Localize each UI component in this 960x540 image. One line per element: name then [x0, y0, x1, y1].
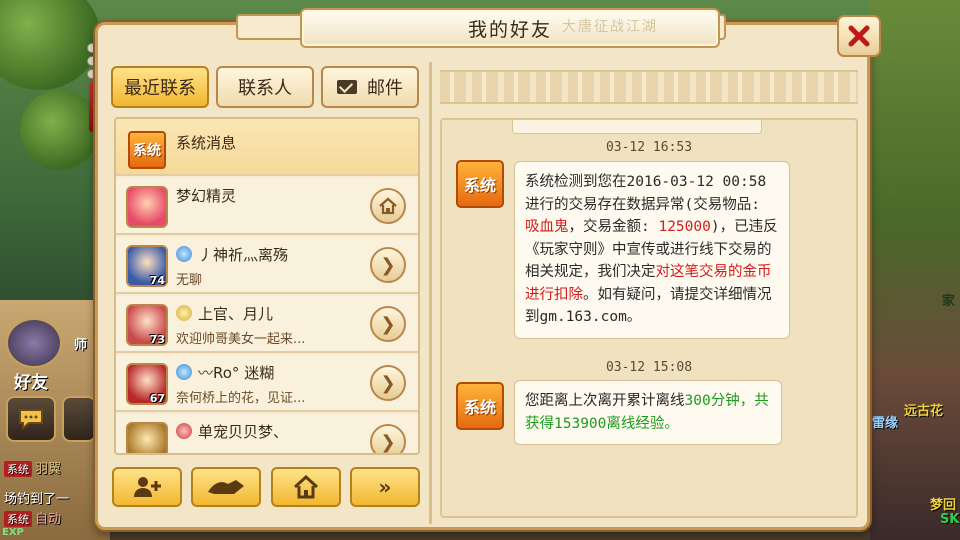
contact-name: 系统消息: [176, 134, 237, 152]
add-friend-button[interactable]: [112, 467, 182, 507]
avatar: [126, 186, 168, 228]
scene-label: 家: [942, 294, 956, 309]
chat-line: 场钓到了一: [4, 492, 70, 507]
chevron-right-icon: ❯: [380, 254, 396, 276]
contact-row[interactable]: 73 上官、月儿 欢迎帅哥美女一起来... ❯: [116, 296, 418, 353]
visit-home-button[interactable]: [370, 188, 406, 224]
hud-master-label[interactable]: 师: [74, 334, 87, 353]
close-icon: [848, 25, 870, 47]
open-chat-button[interactable]: ❯: [370, 247, 406, 283]
contact-signature: 无聊: [176, 273, 203, 288]
home-button[interactable]: [271, 467, 341, 507]
tab-label: 邮件: [367, 78, 403, 99]
sect-icon: [176, 246, 192, 262]
chat-line: 系统 羽翼: [4, 458, 61, 477]
contact-row[interactable]: 单宠贝贝梦、 ❯: [116, 414, 418, 453]
chat-line: 系统 自动: [4, 508, 61, 527]
message-bubble: 您距离上次离开累计离线300分钟，共获得153900离线经验。: [514, 380, 782, 445]
open-chat-button[interactable]: ❯: [370, 365, 406, 401]
tab-label: 联系人: [238, 78, 292, 99]
contact-name: 上官、月儿: [176, 303, 273, 324]
avatar: [126, 422, 168, 453]
tab-label: 最近联系: [124, 78, 196, 99]
avatar: 74: [126, 245, 168, 287]
add-friend-icon: [134, 477, 161, 497]
sect-icon: [176, 305, 192, 321]
hud-friend-label[interactable]: 好友: [14, 368, 48, 393]
title-calligraphy: 大唐征战江湖: [562, 19, 658, 35]
system-sender-icon: 系统: [456, 382, 504, 430]
contact-row[interactable]: 67 〰Ro° 迷糊 奈何桥上的花，见证... ❯: [116, 355, 418, 412]
scene-label: 远古花: [904, 404, 944, 419]
scenery-right: [870, 0, 960, 540]
home-icon: [379, 197, 397, 215]
close-button[interactable]: [837, 15, 881, 57]
mail-icon: [337, 80, 357, 94]
message-pane[interactable]: 03-12 16:53 系统 系统检测到您在2016-03-12 00:58进行…: [440, 118, 858, 518]
title-wing-left: [236, 14, 306, 40]
open-chat-button[interactable]: ❯: [370, 306, 406, 342]
tab-contacts[interactable]: 联系人: [216, 66, 314, 108]
message-timestamp: 03-12 15:08: [605, 360, 693, 375]
player-avatar[interactable]: [6, 318, 62, 368]
contact-signature: 奈何桥上的花，见证...: [176, 391, 306, 406]
double-chevron-right-icon: »: [378, 475, 392, 499]
sect-icon: [176, 364, 192, 380]
tab-mail[interactable]: 邮件: [321, 66, 419, 108]
window-title: 我的好友: [467, 18, 552, 41]
contact-row[interactable]: 74 丿神祈灬离殇 无聊 ❯: [116, 237, 418, 294]
scroll-edge: [512, 120, 762, 134]
contact-row[interactable]: 梦幻精灵: [116, 178, 418, 235]
palm-tree-decoration: [0, 0, 100, 90]
contact-name: 〰Ro° 迷糊: [176, 362, 274, 383]
tab-recent-contacts[interactable]: 最近联系: [111, 66, 209, 108]
panel-divider: [429, 62, 432, 524]
exp-label: EXP: [2, 527, 24, 538]
voice-icon[interactable]: [62, 396, 96, 442]
contact-row-system[interactable]: 系统 系统消息: [116, 119, 418, 176]
scene-label: SK: [940, 512, 960, 527]
interact-button[interactable]: [191, 467, 261, 507]
message-bubble: 系统检测到您在2016-03-12 00:58进行的交易存在数据异常(交易物品:…: [514, 161, 790, 339]
system-sender-icon: 系统: [456, 160, 504, 208]
more-button[interactable]: »: [350, 467, 420, 507]
system-badge-icon: 系统: [128, 131, 166, 169]
open-chat-button[interactable]: ❯: [370, 424, 406, 453]
chat-bubble-icon[interactable]: [6, 396, 56, 442]
contact-signature: 欢迎帅哥美女一起来...: [176, 332, 306, 347]
message-timestamp: 03-12 16:53: [605, 140, 693, 155]
contact-name: 梦幻精灵: [176, 187, 237, 205]
window-title-plate: 我的好友 大唐征战江湖: [300, 8, 720, 48]
chevron-right-icon: ❯: [380, 313, 396, 335]
scene-label: 雷缘: [872, 416, 899, 431]
chevron-right-icon: ❯: [380, 372, 396, 394]
sect-icon: [176, 423, 192, 439]
contact-list[interactable]: 系统 系统消息 梦幻精灵 74 丿神祈灬离殇 无聊 ❯ 73 上官、月儿 欢迎帅…: [114, 117, 420, 455]
avatar: 67: [126, 363, 168, 405]
contact-name: 丿神祈灬离殇: [176, 244, 288, 265]
handshake-icon: [208, 480, 244, 494]
avatar: 73: [126, 304, 168, 346]
contact-name: 单宠贝贝梦、: [176, 421, 288, 442]
fret-pattern-decoration: [440, 70, 858, 104]
chevron-right-icon: ❯: [380, 431, 396, 453]
scene-label: 梦回: [930, 498, 957, 513]
home-icon: [293, 475, 319, 499]
